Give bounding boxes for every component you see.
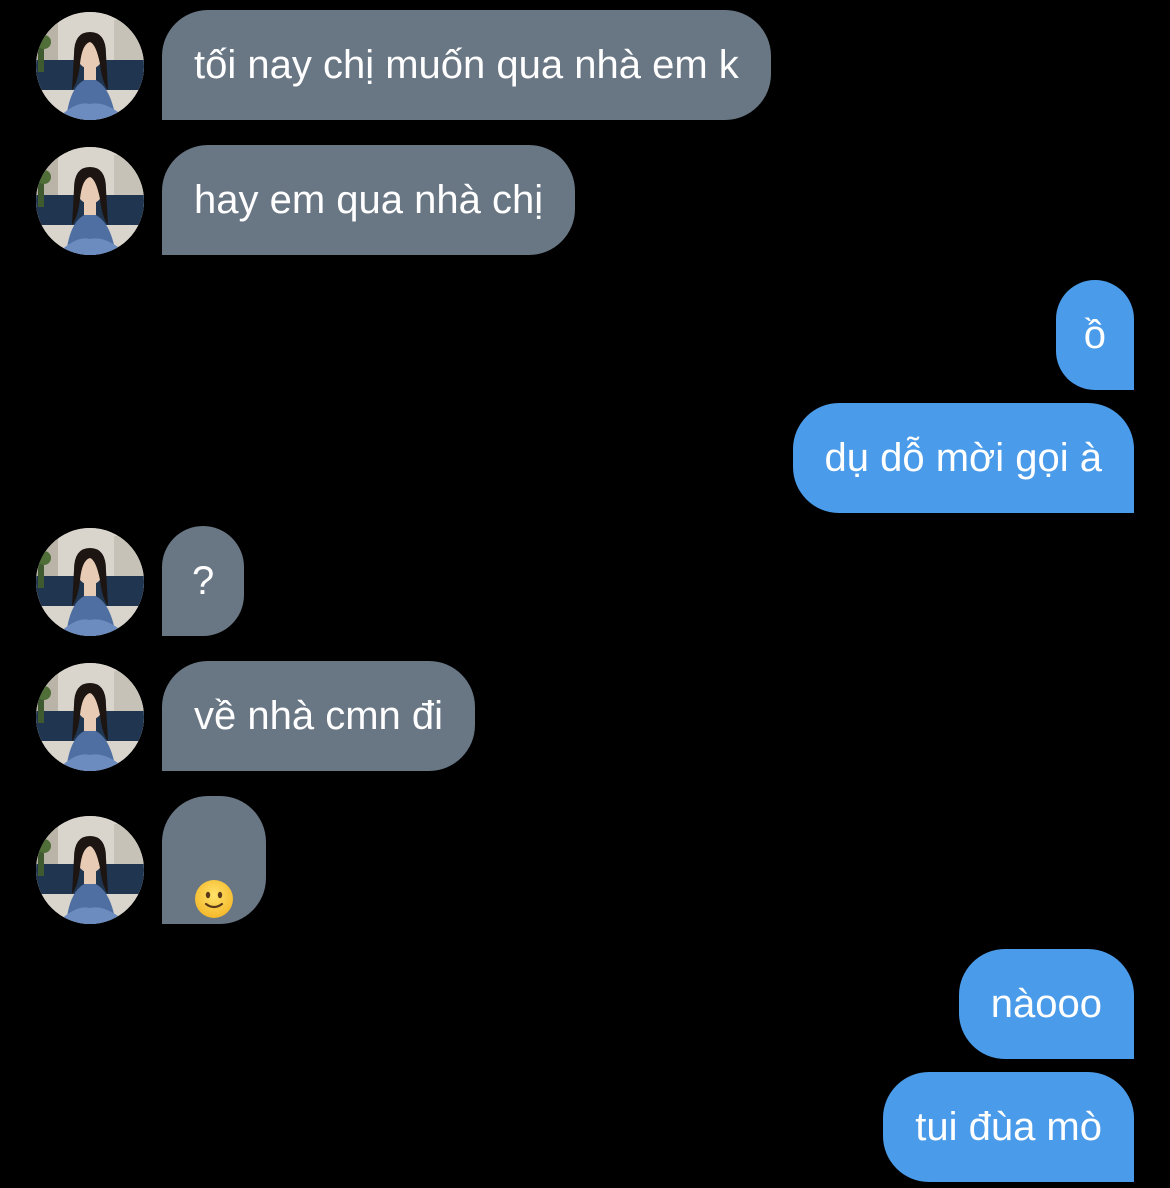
message-row	[0, 796, 1170, 926]
message-row: ồ	[0, 280, 1170, 392]
message-row: dụ dỗ mời gọi à	[0, 403, 1170, 515]
contact-avatar[interactable]	[36, 528, 144, 636]
message-row: tui đùa mò	[0, 1072, 1170, 1184]
contact-avatar[interactable]	[36, 816, 144, 924]
message-row: hay em qua nhà chị	[0, 145, 1170, 257]
incoming-message-bubble[interactable]: tối nay chị muốn qua nhà em k	[162, 10, 771, 120]
message-row: nàooo	[0, 949, 1170, 1061]
incoming-message-bubble[interactable]: hay em qua nhà chị	[162, 145, 576, 255]
slightly-smiling-face-icon	[194, 842, 234, 919]
message-row: ?	[0, 526, 1170, 638]
contact-avatar[interactable]	[36, 12, 144, 120]
incoming-message-bubble[interactable]: về nhà cmn đi	[162, 661, 476, 771]
outgoing-message-bubble[interactable]: tui đùa mò	[883, 1072, 1134, 1182]
contact-avatar[interactable]	[36, 663, 144, 771]
outgoing-message-bubble[interactable]: ồ	[1055, 280, 1134, 390]
incoming-message-bubble[interactable]: ?	[162, 526, 245, 636]
outgoing-message-bubble[interactable]: nàooo	[958, 949, 1134, 1059]
outgoing-message-bubble[interactable]: dụ dỗ mời gọi à	[792, 403, 1134, 513]
incoming-message-bubble[interactable]	[162, 796, 266, 924]
message-row: về nhà cmn đi	[0, 661, 1170, 773]
contact-avatar[interactable]	[36, 147, 144, 255]
message-row: tối nay chị muốn qua nhà em k	[0, 10, 1170, 122]
